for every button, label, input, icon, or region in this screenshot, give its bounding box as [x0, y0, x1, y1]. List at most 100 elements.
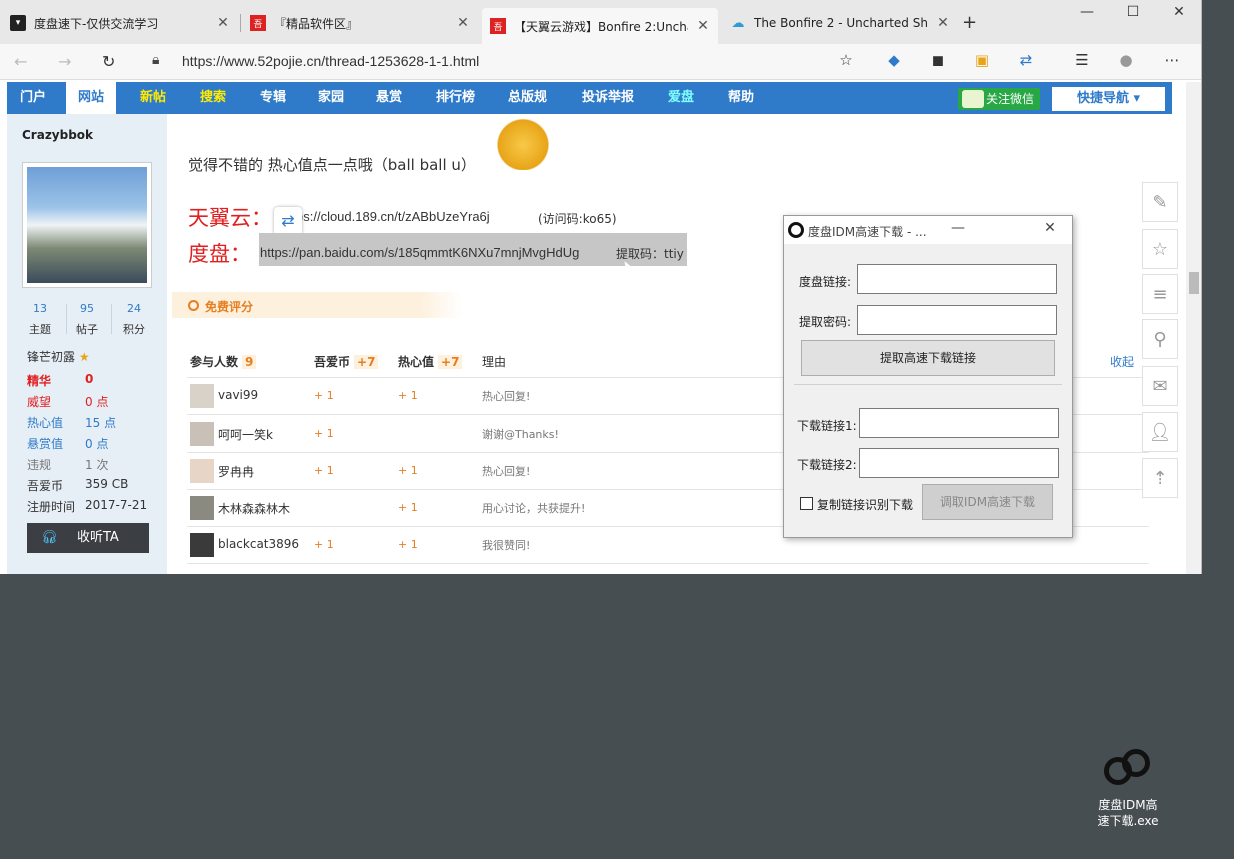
- tianyi-code: (访问码:ko65): [538, 212, 617, 226]
- new-tab-button[interactable]: +: [962, 12, 977, 33]
- rater-name[interactable]: 罗冉冉: [218, 463, 254, 480]
- avatar[interactable]: [190, 384, 214, 408]
- dialog-titlebar[interactable]: 度盘IDM高速下载 - ... — ✕: [784, 216, 1072, 244]
- close-icon[interactable]: ✕: [456, 15, 470, 31]
- close-icon[interactable]: ✕: [216, 15, 230, 31]
- nav-item-portal[interactable]: 门户: [20, 82, 46, 114]
- app-logo-icon[interactable]: [1102, 745, 1152, 793]
- nav-item-aipan[interactable]: 爱盘: [668, 82, 694, 114]
- copy-link-checkbox[interactable]: [800, 497, 813, 510]
- coin-value: + 1: [314, 464, 334, 477]
- idm-download-button[interactable]: 调取IDM高速下载: [922, 484, 1053, 520]
- nav-item-help[interactable]: 帮助: [728, 82, 754, 114]
- sync-icon[interactable]: ⇄: [274, 207, 302, 235]
- nav-item-albums[interactable]: 专辑: [260, 82, 286, 114]
- tab-dupan[interactable]: ▾ 度盘速下-仅供交流学习 ✕: [2, 8, 238, 38]
- profile-avatar-icon[interactable]: ●: [1116, 51, 1136, 71]
- nav-item-bounty[interactable]: 悬赏: [376, 82, 402, 114]
- rater-name[interactable]: 木林森森林木: [218, 500, 290, 517]
- back-arrow-icon[interactable]: ←: [14, 52, 27, 71]
- tab-software[interactable]: 吾 『精品软件区』 ✕: [242, 8, 478, 38]
- label-line: 速下载.exe: [1097, 814, 1159, 828]
- free-rate-link[interactable]: 免费评分: [205, 298, 253, 315]
- extension-color-icon[interactable]: ▣: [972, 51, 992, 71]
- download-link-2-label: 下载链接2:: [797, 458, 857, 472]
- baidu-link[interactable]: https://pan.baidu.com/s/185qmmtK6NXu7mnj…: [260, 245, 579, 260]
- dialog-minimize-button[interactable]: —: [946, 220, 970, 236]
- label-line: 度盘IDM高: [1098, 798, 1158, 812]
- rate-reason: 热心回复!: [482, 465, 531, 478]
- avatar[interactable]: [190, 422, 214, 446]
- stat-threads[interactable]: 13 主题: [18, 302, 62, 337]
- nav-item-ranking[interactable]: 排行榜: [436, 82, 475, 114]
- favorite-star-icon[interactable]: ☆: [1142, 229, 1178, 269]
- url-field[interactable]: https://www.52pojie.cn/thread-1253628-1-…: [182, 53, 479, 69]
- nav-item-home[interactable]: 家园: [318, 82, 344, 114]
- avatar[interactable]: [190, 533, 214, 557]
- col-heart: 热心值 +7: [398, 353, 463, 370]
- stat-points[interactable]: 24 积分: [112, 302, 156, 337]
- minimize-button[interactable]: —: [1072, 4, 1102, 20]
- lock-icon[interactable]: 🔒︎: [152, 52, 159, 68]
- follow-button[interactable]: 🎧︎ 收听TA: [27, 523, 149, 553]
- download-link-2-input[interactable]: [859, 448, 1059, 478]
- stat-label: 积分: [123, 323, 145, 336]
- rater-name[interactable]: vavi99: [218, 388, 258, 402]
- stat-value: 13: [33, 302, 47, 315]
- nav-item-new-posts[interactable]: 新帖: [140, 82, 166, 114]
- collapse-link[interactable]: 收起: [1110, 353, 1134, 370]
- heart-value: + 1: [398, 389, 418, 402]
- user-icon[interactable]: 👤︎: [1142, 412, 1178, 452]
- nav-item-search[interactable]: 搜索: [200, 82, 226, 114]
- sync-icon[interactable]: ⇄: [1016, 51, 1036, 71]
- author-avatar[interactable]: [22, 162, 152, 288]
- col-participants: 参与人数 9: [190, 353, 257, 370]
- star-icon: ★: [78, 350, 90, 364]
- nav-item-website[interactable]: 网站: [66, 82, 117, 114]
- more-menu-icon[interactable]: ⋯: [1162, 51, 1182, 71]
- 52pojie-logo-icon: 吾: [250, 15, 266, 31]
- back-to-top-icon[interactable]: ⇡: [1142, 458, 1178, 498]
- tab-bonfire-thread[interactable]: 吾 【天翼云游戏】Bonfire 2:Unchar ✕: [482, 8, 718, 44]
- coin-value: + 1: [314, 538, 334, 551]
- page-scrollbar[interactable]: [1186, 82, 1201, 574]
- maximize-button[interactable]: ☐: [1118, 4, 1148, 20]
- download-link-1-input[interactable]: [859, 408, 1059, 438]
- refresh-icon[interactable]: ↻: [102, 52, 115, 71]
- search-icon[interactable]: ⚲: [1142, 319, 1178, 359]
- nav-item-complaints[interactable]: 投诉举报: [582, 82, 634, 114]
- tab-bonfire-store[interactable]: ☁ The Bonfire 2 - Uncharted Shore ✕: [722, 8, 958, 38]
- extension-mask-icon[interactable]: ◼: [928, 51, 948, 71]
- idm-dialog: 度盘IDM高速下载 - ... — ✕ 度盘链接: 提取密码: 提取高速下载链接…: [783, 215, 1073, 538]
- stat-posts[interactable]: 95 帖子: [65, 302, 109, 337]
- rater-name[interactable]: blackcat3896: [218, 537, 299, 551]
- forward-arrow-icon[interactable]: →: [58, 52, 71, 71]
- close-icon[interactable]: ✕: [696, 18, 710, 34]
- wechat-icon[interactable]: ✉: [1142, 366, 1178, 406]
- headphones-icon: 🎧︎: [41, 530, 58, 545]
- author-username[interactable]: Crazybbok: [22, 128, 93, 142]
- password-input[interactable]: [857, 305, 1057, 335]
- favorites-list-icon[interactable]: ☰: [1072, 51, 1092, 71]
- dialog-title: 度盘IDM高速下载 - ...: [808, 225, 927, 239]
- desktop-icon-label[interactable]: 度盘IDM高 速下载.exe: [1090, 797, 1166, 829]
- address-toolbar: ← → ↻ 🔒︎ https://www.52pojie.cn/thread-1…: [0, 44, 1201, 80]
- avatar[interactable]: [190, 496, 214, 520]
- avatar[interactable]: [190, 459, 214, 483]
- extract-link-button[interactable]: 提取高速下载链接: [801, 340, 1055, 376]
- tianyi-link[interactable]: ps://cloud.189.cn/t/zABbUzeYra6j: [296, 209, 490, 224]
- menu-icon[interactable]: ≡: [1142, 274, 1178, 314]
- count-badge: +7: [354, 355, 379, 369]
- favorite-star-icon[interactable]: ☆: [836, 51, 856, 71]
- scrollbar-thumb[interactable]: [1189, 272, 1199, 294]
- rater-name[interactable]: 呵呵一笑k: [218, 426, 273, 443]
- nav-item-rules[interactable]: 总版规: [508, 82, 547, 114]
- quick-nav-dropdown[interactable]: 快捷导航 ▾: [1052, 87, 1165, 111]
- dialog-close-button[interactable]: ✕: [1038, 220, 1062, 236]
- close-window-button[interactable]: ✕: [1164, 4, 1194, 20]
- baidu-link-input[interactable]: [857, 264, 1057, 294]
- row-key: 威望: [27, 395, 52, 409]
- close-icon[interactable]: ✕: [936, 15, 950, 31]
- edit-icon[interactable]: ✎: [1142, 182, 1178, 222]
- extension-cube-icon[interactable]: ◆: [884, 51, 904, 71]
